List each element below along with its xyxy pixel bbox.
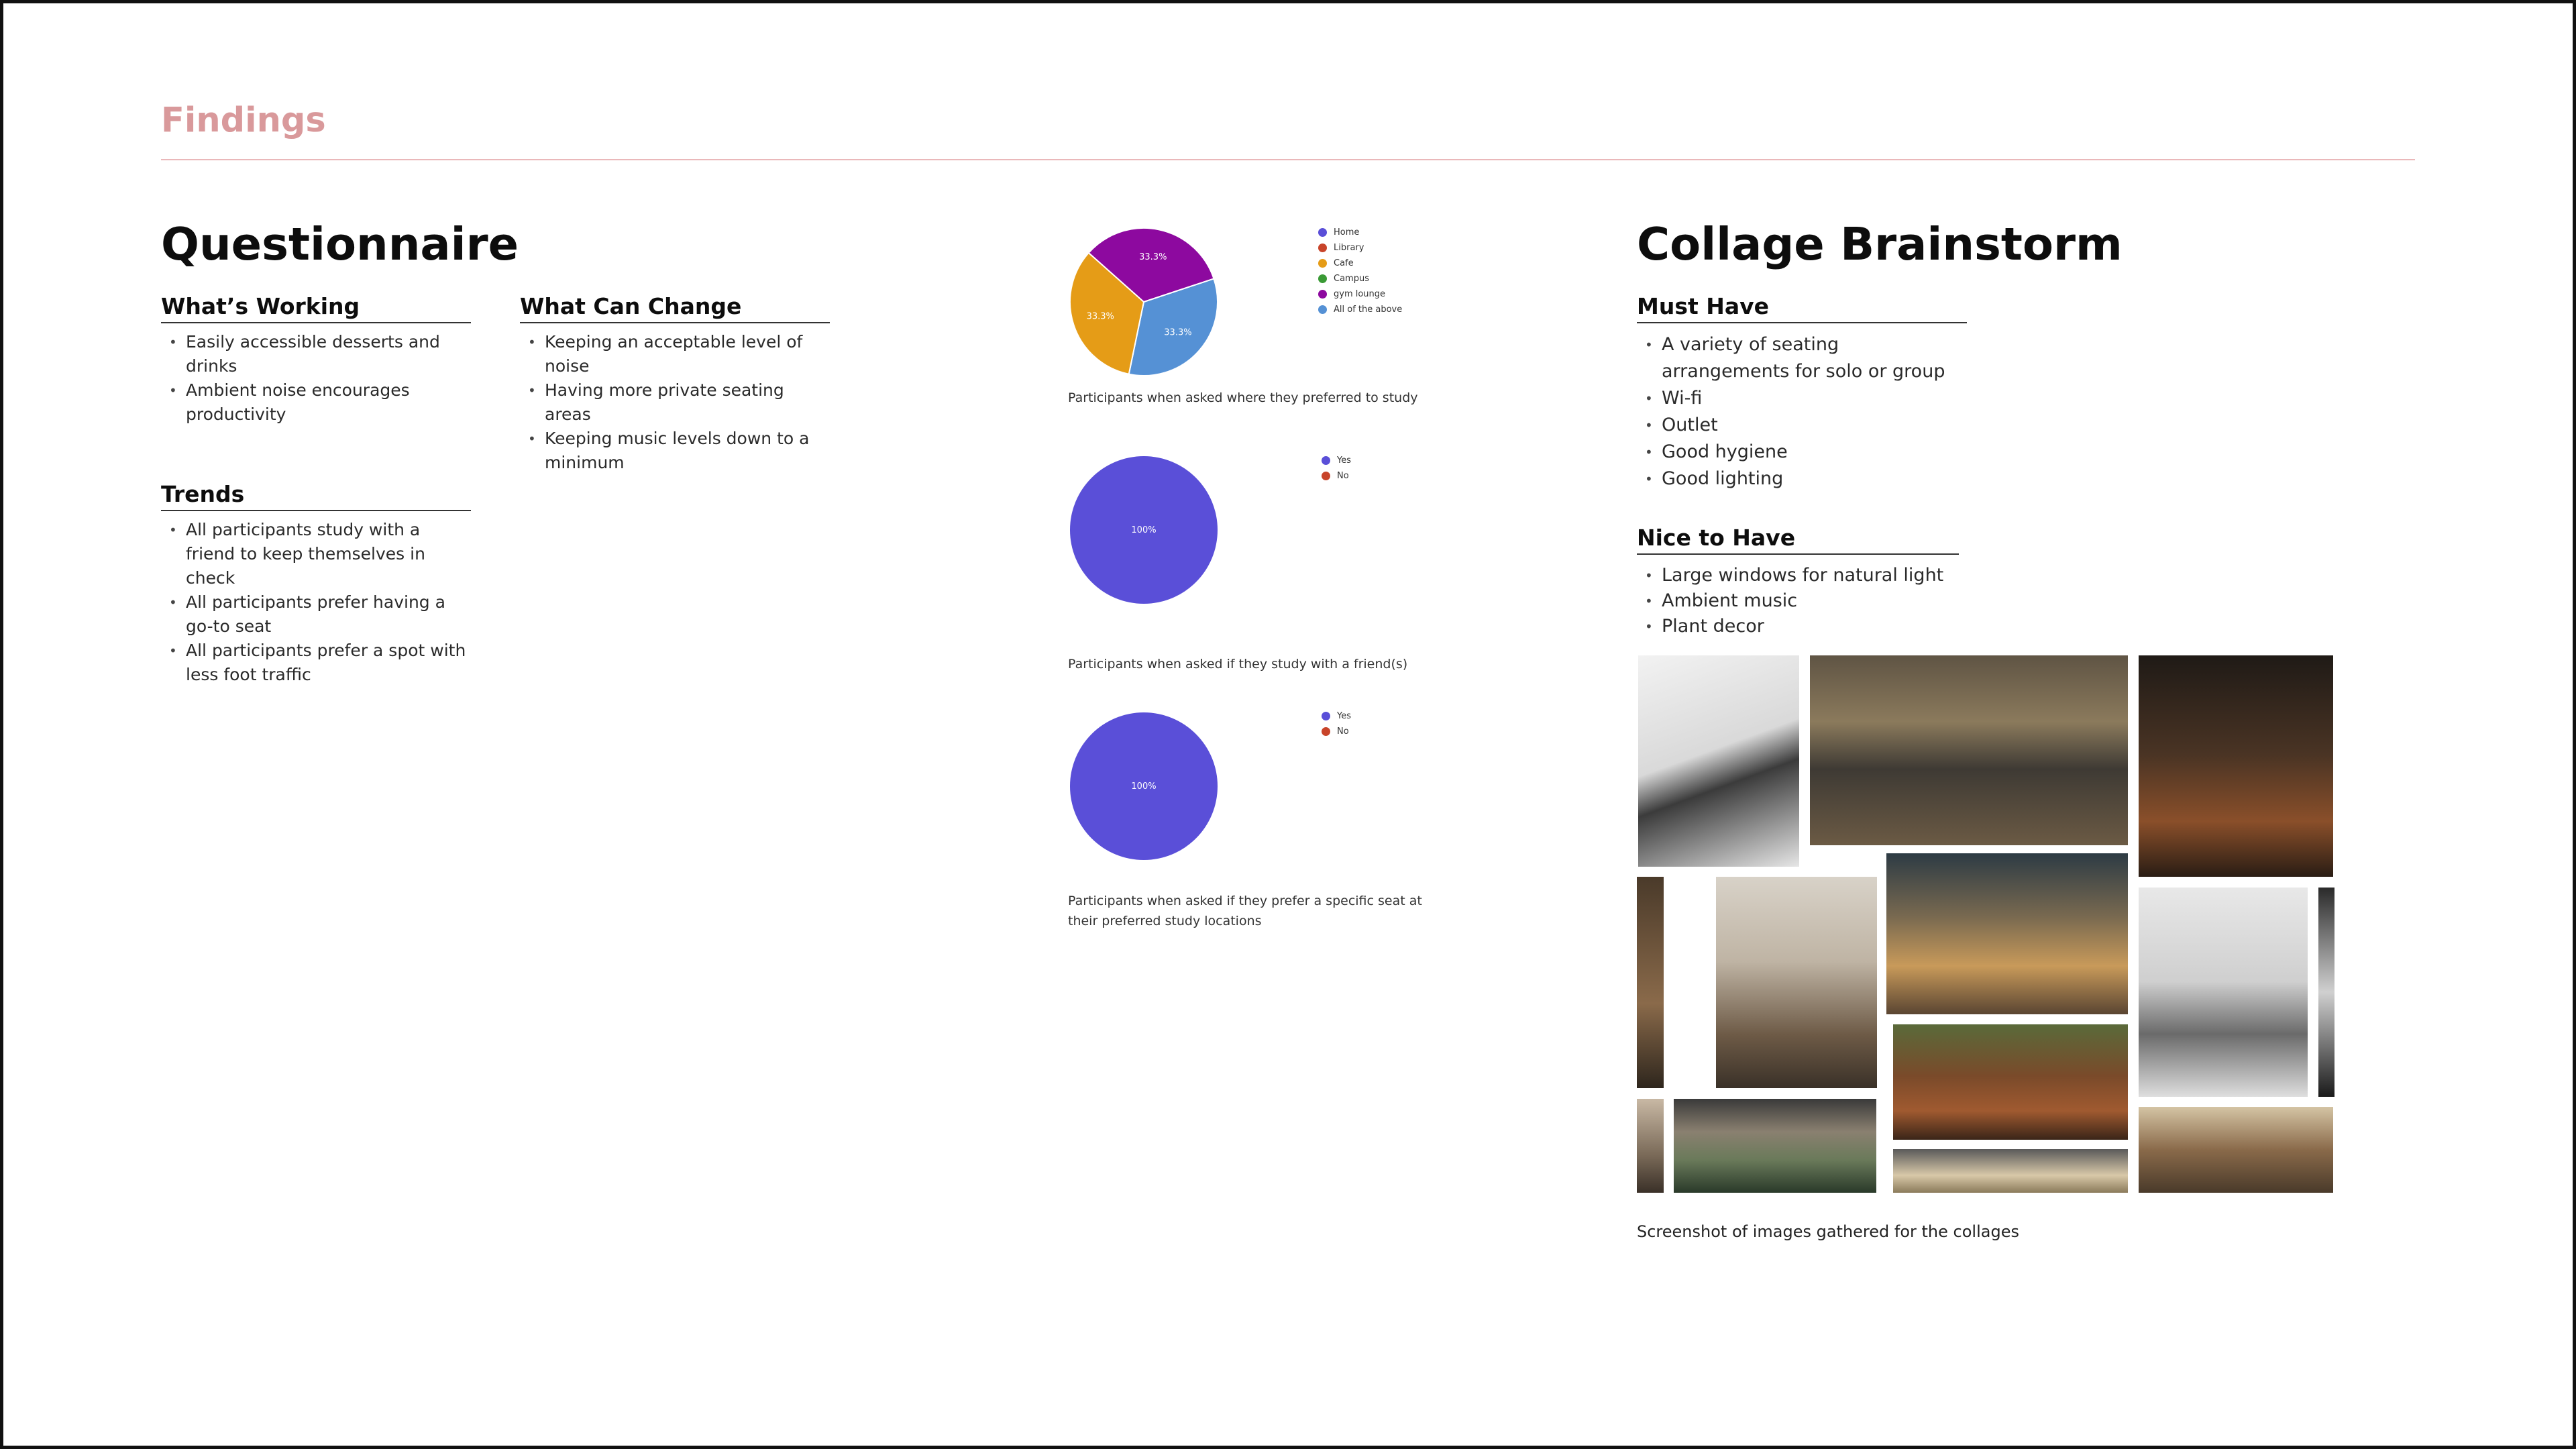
nice-to-have-section: Nice to Have Large windows for natural l… xyxy=(1637,525,1959,639)
chart-study-location: 33.3% 33.3% 33.3% xyxy=(1063,221,1224,385)
legend-label: No xyxy=(1337,471,1349,481)
trends-heading: Trends xyxy=(161,481,471,511)
pie-chart-study-with-friend: 100% xyxy=(1070,456,1218,604)
caption-specific-seat: Participants when asked if they prefer a… xyxy=(1068,894,1422,928)
legend-label: Cafe xyxy=(1334,258,1354,268)
collage-photo-modern-desk xyxy=(2139,888,2308,1097)
legend-item: Campus xyxy=(1318,271,1402,286)
list-item: Plant decor xyxy=(1637,614,1959,639)
pie-chart-specific-seat: 100% xyxy=(1070,712,1218,860)
pie-slice-label: 33.3% xyxy=(1164,327,1191,337)
legend-swatch xyxy=(1318,290,1327,299)
legend-swatch xyxy=(1322,727,1330,736)
questionnaire-title: Questionnaire xyxy=(161,218,519,270)
collage-photo-bar-counter xyxy=(1674,1099,1876,1193)
list-item: All participants prefer having a go-to s… xyxy=(161,590,471,639)
legend-item: Library xyxy=(1318,240,1402,256)
list-item: Wi-fi xyxy=(1637,385,1967,412)
legend-item: Home xyxy=(1318,225,1402,240)
caption-study-location: Participants when asked where they prefe… xyxy=(1068,390,1418,405)
collage-photo-dark-restaurant xyxy=(2139,655,2333,877)
legend-study-with-friend: Yes No xyxy=(1322,453,1351,484)
legend-label: No xyxy=(1337,727,1349,737)
list-item: Large windows for natural light xyxy=(1637,563,1959,588)
legend-swatch xyxy=(1322,712,1330,720)
collage-caption: Screenshot of images gathered for the co… xyxy=(1637,1222,2019,1241)
chart-study-with-friend: 100% xyxy=(1063,449,1224,613)
list-item: Keeping an acceptable level of noise xyxy=(520,330,830,378)
must-have-heading: Must Have xyxy=(1637,293,1967,323)
pie-slice-label: 33.3% xyxy=(1087,311,1114,321)
chart-specific-seat: 100% xyxy=(1063,706,1224,869)
legend-swatch xyxy=(1322,472,1330,480)
list-item: Keeping music levels down to a minimum xyxy=(520,427,830,475)
pie-chart-study-location: 33.3% 33.3% 33.3% xyxy=(1069,227,1218,376)
collage-image-grid xyxy=(1637,654,2334,1211)
legend-label: gym lounge xyxy=(1334,289,1386,299)
legend-study-location: Home Library Cafe Campus gym lounge All of th… xyxy=(1318,225,1402,317)
collage-photo-warm-dining xyxy=(2139,1107,2333,1193)
collage-photo-window-counter xyxy=(1716,877,1877,1088)
list-item: All participants prefer a spot with less… xyxy=(161,639,471,687)
what-can-change-section: What Can Change Keeping an acceptable le… xyxy=(520,293,830,475)
list-item: Easily accessible desserts and drinks xyxy=(161,330,471,378)
findings-divider xyxy=(161,159,2415,160)
legend-swatch xyxy=(1318,305,1327,314)
list-item: Ambient music xyxy=(1637,588,1959,614)
list-item: Good lighting xyxy=(1637,466,1967,492)
legend-item: Yes xyxy=(1322,708,1351,724)
legend-label: Yes xyxy=(1337,455,1351,466)
legend-swatch xyxy=(1318,259,1327,268)
must-have-section: Must Have A variety of seating arrangeme… xyxy=(1637,293,1967,492)
whats-working-list: Easily accessible desserts and drinksAmb… xyxy=(161,330,471,427)
pie-slice-label: 33.3% xyxy=(1139,252,1167,262)
whats-working-section: What’s Working Easily accessible dessert… xyxy=(161,293,471,427)
legend-item: Yes xyxy=(1322,453,1351,468)
legend-swatch xyxy=(1318,274,1327,283)
pie-slice-label: 100% xyxy=(1131,782,1156,792)
legend-swatch xyxy=(1318,228,1327,237)
findings-title: Findings xyxy=(161,101,326,140)
legend-label: All of the above xyxy=(1334,305,1403,315)
legend-item: No xyxy=(1322,468,1351,484)
must-have-list: A variety of seating arrangements for so… xyxy=(1637,331,1967,492)
collage-brainstorm-title: Collage Brainstorm xyxy=(1637,218,2123,270)
legend-specific-seat: Yes No xyxy=(1322,708,1351,739)
trends-section: Trends All participants study with a fri… xyxy=(161,481,471,687)
list-item: All participants study with a friend to … xyxy=(161,518,471,590)
legend-item: gym lounge xyxy=(1318,286,1402,302)
collage-photo-clock-cafe xyxy=(1886,853,2128,1014)
legend-label: Home xyxy=(1334,227,1360,237)
collage-photo-ceiling-lights xyxy=(1893,1149,2128,1193)
trends-list: All participants study with a friend to … xyxy=(161,518,471,687)
legend-swatch xyxy=(1322,456,1330,465)
what-can-change-list: Keeping an acceptable level of noiseHavi… xyxy=(520,330,830,475)
legend-label: Campus xyxy=(1334,274,1369,284)
list-item: Ambient noise encourages productivity xyxy=(161,378,471,427)
legend-item: Cafe xyxy=(1318,256,1402,271)
legend-label: Yes xyxy=(1337,711,1351,721)
pie-slice-label: 100% xyxy=(1131,525,1156,535)
collage-photo-white-desk xyxy=(1638,655,1799,867)
caption-study-with-friend: Participants when asked if they study wi… xyxy=(1068,657,1408,672)
what-can-change-heading: What Can Change xyxy=(520,293,830,323)
nice-to-have-heading: Nice to Have xyxy=(1637,525,1959,555)
nice-to-have-list: Large windows for natural lightAmbient m… xyxy=(1637,563,1959,639)
list-item: Having more private seating areas xyxy=(520,378,830,427)
legend-item: All of the above xyxy=(1318,302,1402,317)
collage-photo-arch xyxy=(1637,1099,1664,1193)
collage-photo-plant-restaurant xyxy=(1893,1024,2128,1140)
list-item: A variety of seating arrangements for so… xyxy=(1637,331,1967,385)
whats-working-heading: What’s Working xyxy=(161,293,471,323)
legend-item: No xyxy=(1322,724,1351,739)
collage-photo-edge xyxy=(2318,888,2334,1097)
legend-swatch xyxy=(1318,244,1327,252)
legend-label: Library xyxy=(1334,243,1364,253)
list-item: Good hygiene xyxy=(1637,439,1967,466)
collage-photo-cafe-tables xyxy=(1810,655,2128,845)
list-item: Outlet xyxy=(1637,412,1967,439)
collage-photo-window-seat xyxy=(1637,877,1664,1088)
